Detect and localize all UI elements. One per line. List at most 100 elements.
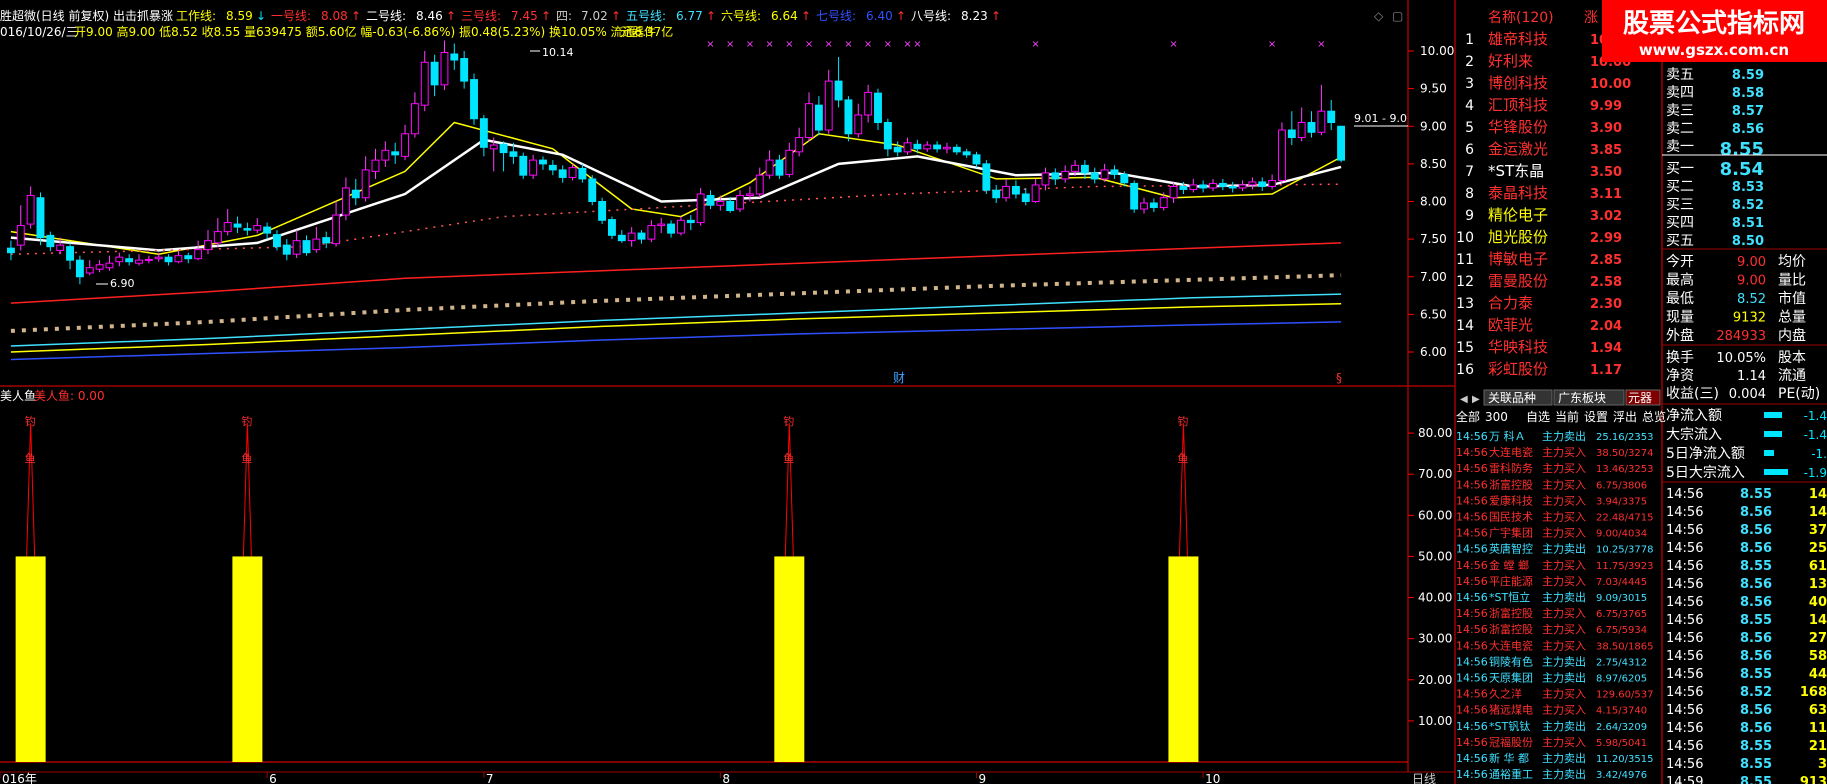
candle	[805, 92, 813, 142]
candle-body	[824, 80, 833, 131]
candle	[391, 142, 400, 164]
candle	[1061, 165, 1070, 183]
ranking-header-name[interactable]: 名称(120)	[1488, 10, 1554, 26]
trade-row[interactable]: 14:56 国民技术 主力买入 22.48/4715	[1456, 511, 1653, 524]
legend-arrow: ↑	[351, 9, 361, 23]
filter-option[interactable]: 设置	[1584, 410, 1608, 424]
candle-body	[341, 187, 350, 216]
filter-option[interactable]: 总览	[1642, 409, 1666, 424]
trade-row[interactable]: 14:56 金 螳 螂主力买入 11.75/3923	[1456, 558, 1653, 572]
filter-option[interactable]: 浮出	[1613, 410, 1637, 424]
trade-row[interactable]: 14:56 久之洋 主力买入 129.60/537	[1456, 687, 1653, 701]
candle-body	[204, 240, 212, 251]
candle-body	[1169, 185, 1178, 199]
trade-row[interactable]: 14:56 英唐智控 主力卖出 10.25/3778	[1456, 542, 1653, 556]
ranking-row[interactable]: 4 汇顶科技 9.99	[1465, 96, 1622, 114]
trade-row[interactable]: 14:56 雷科防务 主力买入 13.46/3253	[1456, 461, 1653, 475]
trade-action: 主力买入	[1542, 511, 1586, 524]
ranking-row[interactable]: 7 *ST东晶 3.50	[1465, 162, 1622, 180]
candle	[282, 239, 291, 261]
s-event-marker[interactable]: §	[1336, 371, 1342, 385]
trade-row[interactable]: 14:56 广宇集团 主力买入 9.00/4034	[1456, 526, 1647, 540]
trade-row[interactable]: 14:56 猪远煤电 主力买入 4.15/3740	[1456, 704, 1647, 717]
ranking-row[interactable]: 6 金运激光 3.85	[1465, 140, 1622, 158]
candle	[36, 192, 45, 246]
signal-bar-group: 钓鱼	[774, 414, 805, 762]
finance-event-marker[interactable]: 财	[893, 371, 905, 385]
ranking-name: 博创科技	[1488, 74, 1548, 92]
candle	[854, 103, 863, 138]
trade-row[interactable]: 14:56 冠福股份 主力买入 5.98/5041	[1456, 735, 1647, 749]
candle	[312, 227, 321, 253]
signal-top-label: 钓	[25, 414, 36, 428]
candle-body	[982, 163, 991, 191]
candle	[558, 165, 567, 183]
ranking-rank: 7	[1465, 164, 1474, 180]
trade-row[interactable]: 14:56 浙富控股 主力买入 6.75/5934	[1456, 622, 1647, 636]
ranking-row[interactable]: 16 彩虹股份 1.17	[1456, 360, 1622, 378]
candle-body	[1327, 110, 1336, 123]
signal-bar-group: 钓鱼	[1168, 414, 1199, 762]
ranking-row[interactable]: 3 博创科技 10.00	[1465, 74, 1631, 92]
ranking-row[interactable]: 8 泰晶科技 3.11	[1465, 184, 1622, 202]
filter-option[interactable]: 300	[1485, 410, 1508, 424]
candle-body	[529, 159, 538, 176]
tab-prev-icon[interactable]: ◀	[1460, 394, 1468, 405]
ranking-row[interactable]: 11 博敏电子 2.85	[1456, 250, 1622, 268]
tab-next-icon[interactable]: ▶	[1472, 394, 1480, 405]
window-icon[interactable]: ▢	[1392, 9, 1403, 23]
ranking-row[interactable]: 9 精伦电子 3.02	[1465, 206, 1622, 224]
ranking-row[interactable]: 5 华锋股份 3.90	[1465, 118, 1622, 136]
candle	[608, 216, 616, 240]
price-tick-label: 8.00	[1420, 195, 1447, 209]
trade-row[interactable]: 14:56 大连电瓷 主力买入 38.50/1865	[1456, 638, 1653, 652]
filter-option[interactable]: 当前	[1555, 409, 1579, 424]
candle-body	[795, 137, 804, 153]
trade-detail: 3.42/4976	[1596, 770, 1647, 781]
trade-row[interactable]: 14:56 *ST恒立 主力卖出 9.09/3015	[1456, 590, 1647, 604]
ranking-row[interactable]: 10 旭光股份 2.99	[1456, 228, 1622, 246]
ranking-row[interactable]: 15 华映科技 1.94	[1456, 338, 1622, 356]
candle-body	[1287, 129, 1296, 139]
candle-body	[479, 118, 488, 148]
tick-volume: 14	[1809, 613, 1827, 628]
trade-row[interactable]: 14:56 铜陵有色 主力卖出 2.75/4312	[1456, 654, 1647, 668]
ranking-row[interactable]: 13 合力泰 2.30	[1456, 294, 1622, 312]
filter-option[interactable]: 全部	[1456, 409, 1480, 424]
diamond-icon[interactable]: ◇	[1374, 9, 1384, 23]
candle-body	[1051, 172, 1060, 180]
trade-row[interactable]: 14:56 大连电瓷 主力买入 38.50/3274	[1456, 445, 1653, 459]
candle-body	[332, 214, 341, 245]
trade-row[interactable]: 14:56 浙富控股 主力买入 6.75/3806	[1456, 477, 1647, 491]
trade-row[interactable]: 14:56 新 华 都主力卖出 11.20/3515	[1456, 751, 1653, 765]
candle-body	[1268, 179, 1277, 187]
ranking-price: 1.17	[1590, 363, 1622, 378]
trade-row[interactable]: 14:56 *ST钒钛 主力卖出 2.64/3209	[1456, 719, 1647, 733]
trade-row[interactable]: 14:56 万 科Ａ 主力卖出 25.16/2353	[1456, 429, 1653, 443]
tick-price: 8.55	[1740, 775, 1772, 784]
trade-name: 天原集团	[1489, 671, 1533, 685]
ranking-row[interactable]: 12 雷曼股份 2.58	[1456, 272, 1622, 290]
price-tick-label: 9.50	[1420, 82, 1447, 96]
flow-bar	[1764, 469, 1788, 475]
trade-row[interactable]: 14:56 浙富控股 主力买入 6.75/3765	[1456, 606, 1647, 620]
candle	[164, 254, 173, 266]
period-label[interactable]: 日线	[1412, 772, 1436, 784]
ranking-row[interactable]: 14 欧菲光 2.04	[1456, 316, 1622, 334]
candle-body	[1159, 197, 1168, 209]
ranking-price: 3.11	[1590, 187, 1622, 202]
candle	[588, 175, 597, 206]
cross-marker: ×	[726, 39, 734, 50]
trade-row[interactable]: 14:56 平庄能源 主力买入 7.03/4445	[1456, 574, 1647, 588]
filter-option[interactable]: 自选	[1526, 410, 1550, 424]
ranking-header-change[interactable]: 涨	[1584, 10, 1598, 26]
trade-row[interactable]: 14:56 通裕重工 主力卖出 3.42/4976	[1456, 767, 1647, 781]
trade-row[interactable]: 14:56 天原集团 主力卖出 8.97/6205	[1456, 671, 1647, 685]
trade-row[interactable]: 14:56 爱康科技 主力买入 3.94/3375	[1456, 493, 1647, 507]
stat2-label-2: 股本	[1778, 350, 1806, 366]
candle-body	[667, 223, 676, 234]
candle-body	[115, 256, 124, 263]
price-tick-label: 9.00	[1420, 119, 1447, 133]
ranking-row[interactable]: 1 雄帝科技 10	[1465, 30, 1608, 48]
stat2-value: 0.004	[1729, 387, 1766, 402]
